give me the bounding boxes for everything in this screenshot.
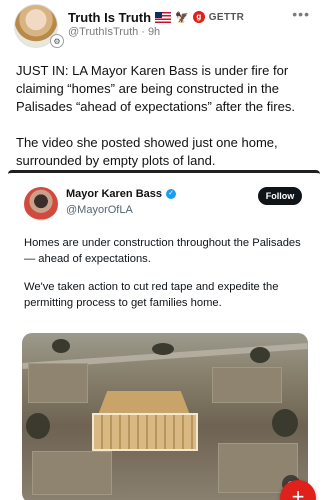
embed-author-handle[interactable]: @MayorOfLA bbox=[66, 204, 133, 216]
meta-separator: · bbox=[141, 26, 145, 38]
eagle-icon: 🦅 bbox=[175, 11, 189, 24]
embed-author-name[interactable]: Mayor Karen Bass bbox=[66, 188, 162, 200]
photo-tree bbox=[152, 343, 174, 355]
photo-empty-lot bbox=[32, 451, 112, 495]
avatar-badge-icon: ⚙ bbox=[50, 34, 64, 48]
post-body: JUST IN: LA Mayor Karen Bass is under fi… bbox=[16, 62, 316, 170]
embed-body: Homes are under construction throughout … bbox=[24, 235, 310, 311]
photo-house-walls bbox=[92, 413, 198, 451]
aerial-photo[interactable]: ◍ bbox=[22, 333, 308, 500]
us-flag-icon bbox=[155, 11, 172, 23]
gettr-label: GETTR bbox=[208, 11, 245, 23]
author-display-name[interactable]: Truth Is Truth bbox=[68, 10, 151, 25]
embed-name-row: Mayor Karen Bass ✓ bbox=[66, 188, 176, 200]
photo-tree bbox=[250, 347, 270, 363]
post-timestamp[interactable]: 9h bbox=[148, 26, 160, 38]
author-handle[interactable]: @TruthIsTruth bbox=[68, 26, 138, 38]
post-paragraph: JUST IN: LA Mayor Karen Bass is under fi… bbox=[16, 63, 295, 114]
photo-empty-lot bbox=[212, 367, 282, 403]
follow-button[interactable]: Follow bbox=[258, 187, 302, 205]
photo-tree bbox=[52, 339, 70, 353]
gettr-logo-icon: g bbox=[192, 11, 205, 23]
embed-paragraph: We've taken action to cut red tape and e… bbox=[24, 281, 279, 309]
photo-house-roof bbox=[98, 391, 190, 415]
author-name-row: Truth Is Truth 🦅 g GETTR bbox=[68, 8, 244, 26]
embedded-tweet[interactable]: Mayor Karen Bass ✓ @MayorOfLA Follow Hom… bbox=[8, 170, 320, 500]
photo-tree bbox=[272, 409, 298, 437]
more-options-icon[interactable]: ••• bbox=[292, 6, 310, 22]
photo-tree bbox=[26, 413, 50, 439]
photo-empty-lot bbox=[28, 363, 88, 403]
embed-author-avatar[interactable] bbox=[24, 187, 58, 221]
post-paragraph: The video she posted showed just one hom… bbox=[16, 135, 278, 168]
embed-paragraph: Homes are under construction throughout … bbox=[24, 237, 301, 265]
author-handle-row: @TruthIsTruth · 9h bbox=[68, 26, 160, 38]
verified-badge-icon: ✓ bbox=[166, 189, 176, 199]
photo-house-frame bbox=[92, 391, 198, 451]
gettr-post: ⚙ Truth Is Truth 🦅 g GETTR @TruthIsTruth… bbox=[0, 0, 328, 500]
